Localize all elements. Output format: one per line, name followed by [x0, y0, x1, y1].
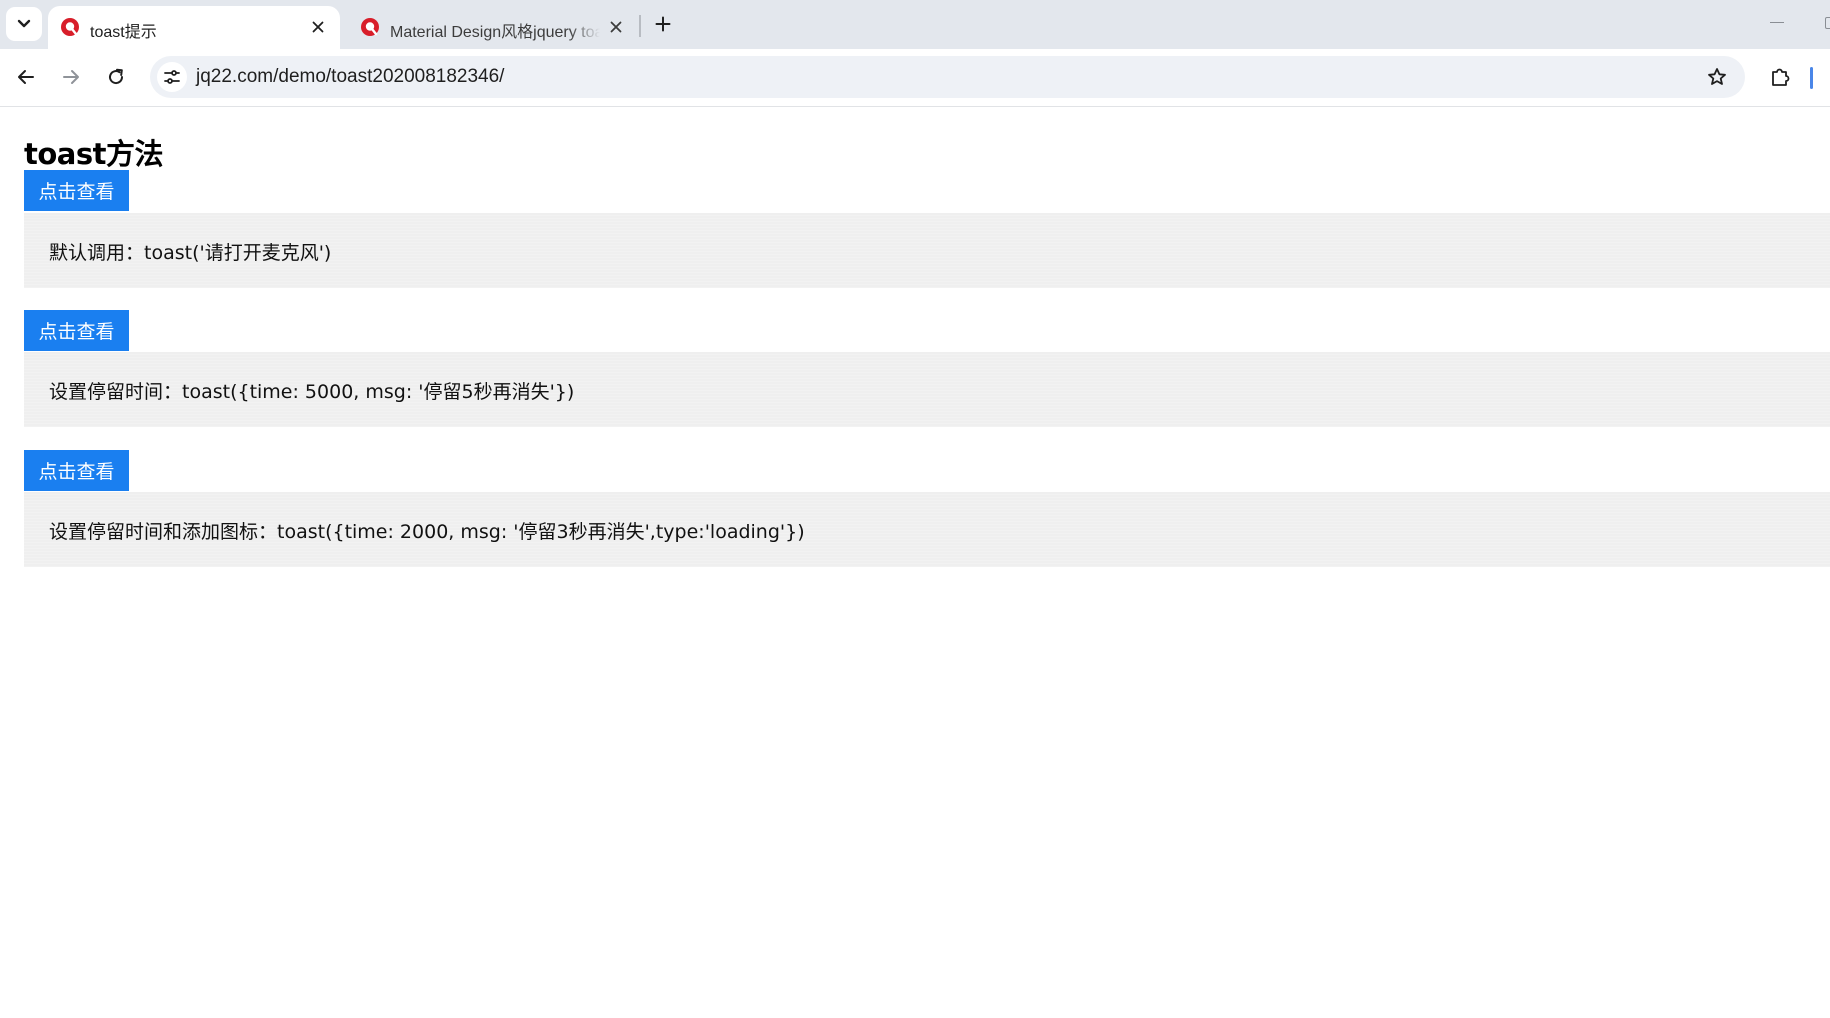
reload-button[interactable] — [102, 63, 130, 91]
view-loading-toast-button[interactable]: 点击查看 — [24, 450, 129, 491]
extensions-button[interactable] — [1765, 62, 1795, 92]
arrow-left-icon — [18, 70, 34, 84]
maximize-window-button[interactable] — [1825, 17, 1830, 29]
url-text[interactable]: jq22.com/demo/toast202008182346/ — [196, 66, 504, 88]
jq22-favicon-icon — [361, 18, 379, 36]
arrow-right-icon — [63, 70, 79, 84]
new-tab-button[interactable] — [650, 10, 676, 38]
tab-search-button[interactable] — [6, 7, 42, 41]
page-title: toast方法 — [24, 137, 163, 171]
description-text: 设置停留时间：toast({time: 5000, msg: '停留5秒再消失'… — [49, 381, 575, 403]
tune-icon — [164, 70, 180, 84]
back-button[interactable] — [12, 63, 40, 91]
tab-material-design[interactable]: Material Design风格jquery toast — [348, 6, 638, 49]
browser-toolbar: jq22.com/demo/toast202008182346/ — [0, 49, 1830, 107]
demo-description-loading: 设置停留时间和添加图标：toast({time: 2000, msg: '停留3… — [24, 492, 1830, 567]
close-tab-icon[interactable] — [606, 17, 626, 37]
star-icon — [1708, 68, 1726, 85]
jq22-favicon-icon — [61, 18, 79, 36]
bookmark-button[interactable] — [1705, 65, 1729, 89]
address-bar[interactable]: jq22.com/demo/toast202008182346/ — [150, 56, 1745, 98]
tab-strip: toast提示 Material Design风格jquery toast — [0, 0, 1830, 49]
view-default-toast-button[interactable]: 点击查看 — [24, 170, 129, 211]
demo-description-default: 默认调用：toast('请打开麦克风') — [24, 213, 1830, 288]
close-tab-icon[interactable] — [308, 17, 328, 37]
view-timed-toast-button[interactable]: 点击查看 — [24, 310, 129, 351]
site-info-button[interactable] — [157, 62, 187, 92]
tab-separator — [639, 15, 641, 37]
profile-indicator[interactable] — [1810, 67, 1813, 89]
forward-button[interactable] — [57, 63, 85, 91]
description-text: 默认调用：toast('请打开麦克风') — [49, 242, 332, 264]
description-text: 设置停留时间和添加图标：toast({time: 2000, msg: '停留3… — [49, 521, 805, 543]
tab-title: Material Design风格jquery toast — [390, 24, 600, 41]
plus-icon — [655, 16, 671, 32]
tab-toast[interactable]: toast提示 — [48, 6, 340, 49]
chevron-down-icon — [17, 19, 31, 28]
demo-description-timed: 设置停留时间：toast({time: 5000, msg: '停留5秒再消失'… — [24, 352, 1830, 427]
tab-title: toast提示 — [90, 24, 157, 41]
minimize-window-button[interactable] — [1770, 22, 1784, 23]
page-content: toast方法 点击查看 默认调用：toast('请打开麦克风') 点击查看 设… — [0, 107, 1830, 1018]
puzzle-icon — [1772, 68, 1790, 86]
reload-icon — [109, 68, 124, 85]
